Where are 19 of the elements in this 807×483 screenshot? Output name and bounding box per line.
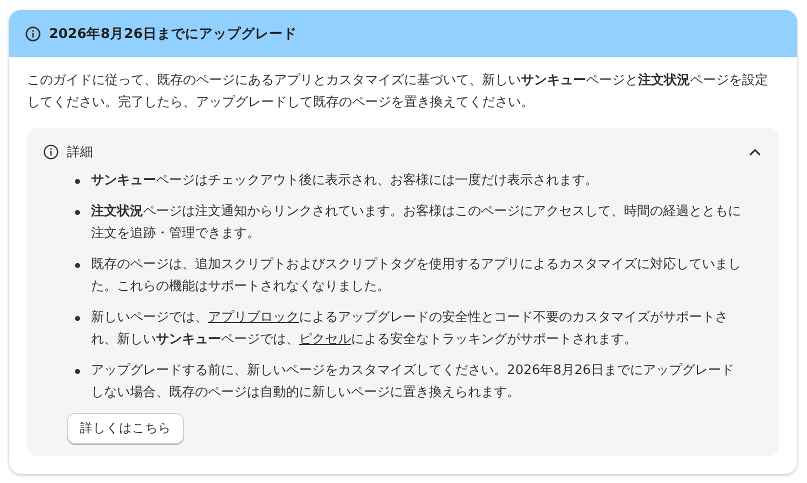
info-icon (43, 144, 59, 160)
bullet-dot (75, 210, 80, 215)
info-icon (25, 26, 41, 42)
list-item-text: 既存のページは、追加スクリプトおよびスクリプトタグを使用するアプリによるカスタマイズに対応していました。これらの機能はサポートされなくなりました。 (91, 256, 742, 296)
chevron-icon[interactable] (749, 148, 761, 156)
details-title: 詳細 (67, 144, 94, 161)
bullet-dot (75, 263, 80, 268)
learn-more-button[interactable]: 詳しくはこちら (67, 413, 184, 444)
intro-text: このガイドに従って、既存のページにあるアプリとカスタマイズに基づいて、新しいサンキューページと注文状況ページを設定してください。完了したら、アップグレードして既存のページを置き換えてください。 (27, 72, 769, 112)
list-item-text: 新しいページでは、アプリブロック によるアップグレードの安全性とコード不要のカスタマイズがサポートされ、新しいサンキューページでは、ピクセルによる安全なトラッキングがサポートされます。 (91, 309, 729, 349)
bullet-dot (75, 316, 80, 321)
bullet-dot (75, 179, 80, 184)
link[interactable]: アプリブロック (208, 310, 299, 325)
link[interactable]: ピクセル (299, 332, 351, 347)
list-item-text: サンキューページはチェックアウト後に表示され、お客様には一度だけ表示されます。 (91, 172, 598, 190)
banner-title: 2026年8月26日までにアップグレード (49, 24, 297, 42)
bullet-dot (75, 369, 80, 374)
list-item-text: 注文状況ページは注文通知からリンクされています。お客様はこのページにアクセスして、時間の経過とともに注文を追跡・管理できます。 (91, 202, 742, 243)
list-item-text: アップグレードする前に、新しいページをカスタマイズしてください。2026年8月26日までにアップグレードしない場合、既存のページは自動的に新しいページに置き換えられます。 (91, 362, 735, 402)
